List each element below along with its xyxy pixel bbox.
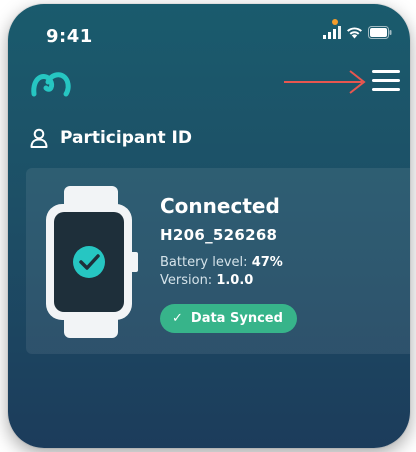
status-icons [323,26,392,39]
data-synced-badge: ✓ Data Synced [160,304,297,333]
device-id: H206_526268 [160,226,278,244]
connection-status: Connected [160,194,280,218]
menu-line [372,70,400,73]
device-meta: Battery level: 47% Version: 1.0.0 [160,254,297,290]
battery-label: Battery level: [160,255,248,270]
participant-row[interactable]: Participant ID [30,128,192,148]
menu-line [372,88,400,91]
status-time: 9:41 [46,26,93,47]
privacy-indicator-dot [332,19,338,25]
battery-value: 47% [251,255,283,270]
arrow-right-icon [284,70,366,94]
app-logo-icon[interactable] [30,68,72,98]
version-row: Version: 1.0.0 [160,272,297,290]
battery-row: Battery level: 47% [160,254,297,272]
smartwatch-icon [46,186,138,338]
version-value: 1.0.0 [216,273,254,288]
device-info: Connected H206_526268 Battery level: 47%… [160,194,297,333]
wifi-icon [347,27,362,39]
menu-line [372,79,400,82]
sync-badge-label: Data Synced [190,311,283,326]
user-icon [30,128,48,148]
battery-icon [368,26,392,39]
phone-screen: 9:41 Participant ID Connected H206_52626… [8,4,410,448]
version-label: Version: [160,273,213,288]
device-card[interactable]: Connected H206_526268 Battery level: 47%… [26,168,410,354]
hamburger-menu-button[interactable] [372,70,400,96]
check-icon: ✓ [172,311,183,326]
signal-icon [323,26,341,39]
participant-id-label: Participant ID [60,128,192,148]
